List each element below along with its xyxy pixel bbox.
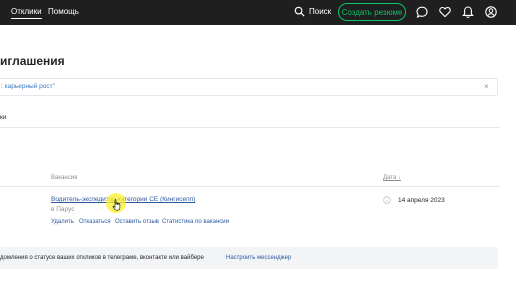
chat-icon[interactable] [416,6,428,18]
top-navigation-bar: | Отклики Помощь Поиск Создать резюме [0,0,516,25]
bell-icon[interactable] [462,6,474,18]
notice-text: домления о статусе ваших откликов в теле… [0,255,204,261]
search-label: Поиск [309,7,332,16]
filter-chip-label: : карьерный рост" [1,83,55,90]
column-header-date-sort[interactable]: Дата ↓ [383,175,401,181]
decline-link[interactable]: Отказаться [79,219,111,225]
search-button[interactable]: Поиск [294,6,331,17]
divider [0,127,500,128]
search-icon [294,6,305,17]
filter-chip[interactable]: : карьерный рост" × [0,78,498,96]
vacancy-stats-link[interactable]: Статистика по вакансии [162,219,229,225]
column-header-vacancy: Вакансия [51,175,78,181]
heart-icon[interactable] [439,6,451,18]
nav-item-help[interactable]: Помощь [48,7,79,16]
nav-item-responses[interactable]: Отклики [11,7,42,19]
company-name: в Парус [51,206,75,213]
messenger-notice-banner: домления о статусе ваших откликов в теле… [0,247,498,269]
create-resume-button[interactable]: Создать резюме [338,3,406,21]
page-title: иглашения [0,54,65,68]
user-icon[interactable] [485,6,497,18]
table-header-divider [0,186,500,187]
hand-cursor-icon [112,199,121,211]
setup-messenger-link[interactable]: Настроить мессенджер [226,255,291,261]
delete-link[interactable]: Удалить [51,219,74,225]
info-icon[interactable] [383,196,391,204]
leave-review-link[interactable]: Оставить отзыв [115,219,159,225]
row-date: 14 апреля 2023 [398,197,445,204]
filter-label: ки [0,114,7,121]
close-icon[interactable]: × [484,82,489,91]
